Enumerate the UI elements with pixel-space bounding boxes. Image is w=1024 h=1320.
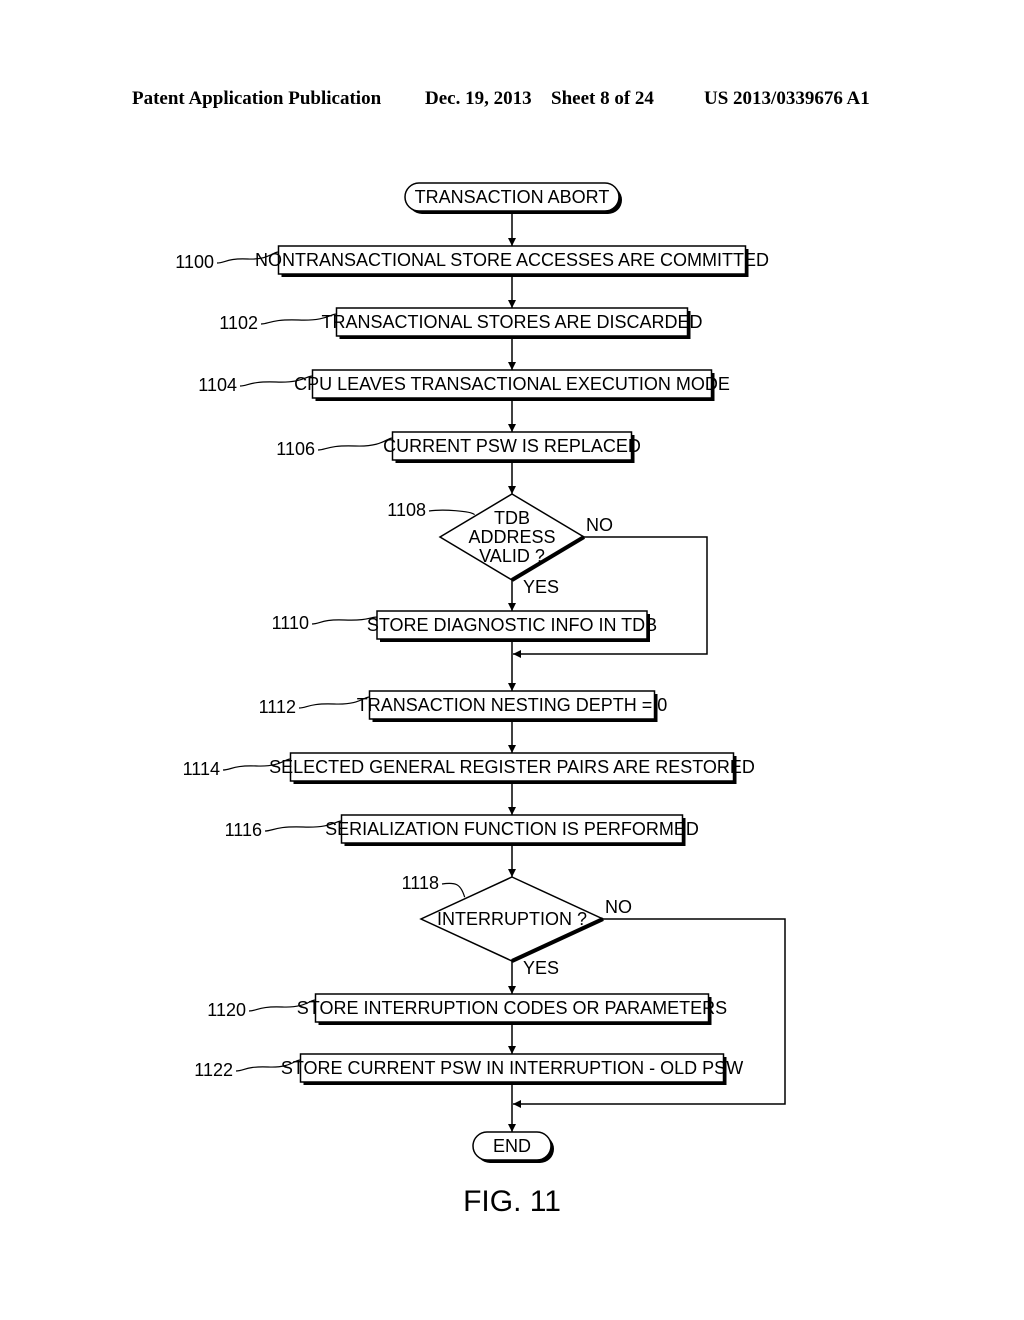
reference-numeral-1108: 1108 — [387, 500, 475, 520]
leader-line — [317, 437, 393, 451]
start-terminal: TRANSACTION ABORT — [404, 182, 622, 214]
reference-number: 1122 — [194, 1060, 233, 1080]
end-terminal-label: END — [493, 1136, 531, 1156]
step-label: STORE DIAGNOSTIC INFO IN TDB — [367, 615, 657, 635]
process-step-1122: STORE CURRENT PSW IN INTERRUPTION - OLD … — [281, 1053, 743, 1085]
leader-line — [441, 882, 466, 898]
flowchart: TRANSACTION ABORT NONTRANSACTIONAL STORE … — [175, 182, 786, 1163]
reference-numeral-1102: 1102 — [219, 313, 337, 333]
reference-number: 1120 — [207, 1000, 246, 1020]
process-step-1120: STORE INTERRUPTION CODES OR PARAMETERS — [297, 993, 727, 1025]
step-label: TRANSACTION NESTING DEPTH = 0 — [357, 695, 668, 715]
decision-label: TDB — [494, 508, 530, 528]
figure-caption: FIG. 11 — [463, 1185, 561, 1218]
step-label: SELECTED GENERAL REGISTER PAIRS ARE REST… — [269, 757, 755, 777]
process-step-1112: TRANSACTION NESTING DEPTH = 0 — [357, 690, 668, 722]
yes-branch-label: YES — [523, 577, 559, 597]
reference-number: 1104 — [198, 375, 237, 395]
process-step-1114: SELECTED GENERAL REGISTER PAIRS ARE REST… — [269, 752, 755, 784]
process-step-1104: CPU LEAVES TRANSACTIONAL EXECUTION MODE — [294, 369, 730, 401]
decision-label: INTERRUPTION ? — [437, 909, 587, 929]
decision-1118: INTERRUPTION ? NO YES — [419, 876, 632, 978]
reference-number: 1114 — [183, 759, 220, 779]
step-label: NONTRANSACTIONAL STORE ACCESSES ARE COMM… — [255, 250, 769, 270]
process-step-1110: STORE DIAGNOSTIC INFO IN TDB — [367, 610, 657, 642]
step-label: STORE INTERRUPTION CODES OR PARAMETERS — [297, 998, 727, 1018]
reference-number: 1110 — [272, 613, 309, 633]
reference-number: 1118 — [402, 873, 439, 893]
process-step-1102: TRANSACTIONAL STORES ARE DISCARDED — [321, 307, 703, 339]
step-label: CURRENT PSW IS REPLACED — [383, 436, 641, 456]
step-label: STORE CURRENT PSW IN INTERRUPTION - OLD … — [281, 1058, 743, 1078]
end-terminal: END — [472, 1131, 554, 1163]
decision-label: ADDRESS — [468, 527, 555, 547]
reference-numeral-1116: 1116 — [225, 820, 342, 840]
decision-label: VALID ? — [479, 546, 545, 566]
step-label: SERIALIZATION FUNCTION IS PERFORMED — [325, 819, 699, 839]
process-step-1100: NONTRANSACTIONAL STORE ACCESSES ARE COMM… — [255, 245, 769, 277]
process-step-1116: SERIALIZATION FUNCTION IS PERFORMED — [325, 814, 699, 846]
yes-branch-label: YES — [523, 958, 559, 978]
reference-number: 1106 — [276, 439, 315, 459]
step-label: TRANSACTIONAL STORES ARE DISCARDED — [321, 312, 702, 332]
no-branch-label: NO — [586, 515, 613, 535]
no-branch-label: NO — [605, 897, 632, 917]
reference-number: 1116 — [225, 820, 262, 840]
reference-number: 1108 — [387, 500, 426, 520]
start-terminal-label: TRANSACTION ABORT — [415, 187, 610, 207]
reference-numeral-1118: 1118 — [402, 873, 466, 898]
leader-line — [428, 509, 475, 516]
step-label: CPU LEAVES TRANSACTIONAL EXECUTION MODE — [294, 374, 730, 394]
reference-numeral-1106: 1106 — [276, 437, 393, 459]
reference-numeral-1110: 1110 — [272, 613, 378, 633]
reference-number: 1112 — [259, 697, 296, 717]
reference-numeral-1112: 1112 — [259, 696, 370, 717]
reference-number: 1102 — [219, 313, 258, 333]
decision-1108: TDBADDRESSVALID ? NO YES — [438, 493, 613, 597]
process-step-1106: CURRENT PSW IS REPLACED — [383, 431, 641, 463]
reference-number: 1100 — [175, 252, 214, 272]
